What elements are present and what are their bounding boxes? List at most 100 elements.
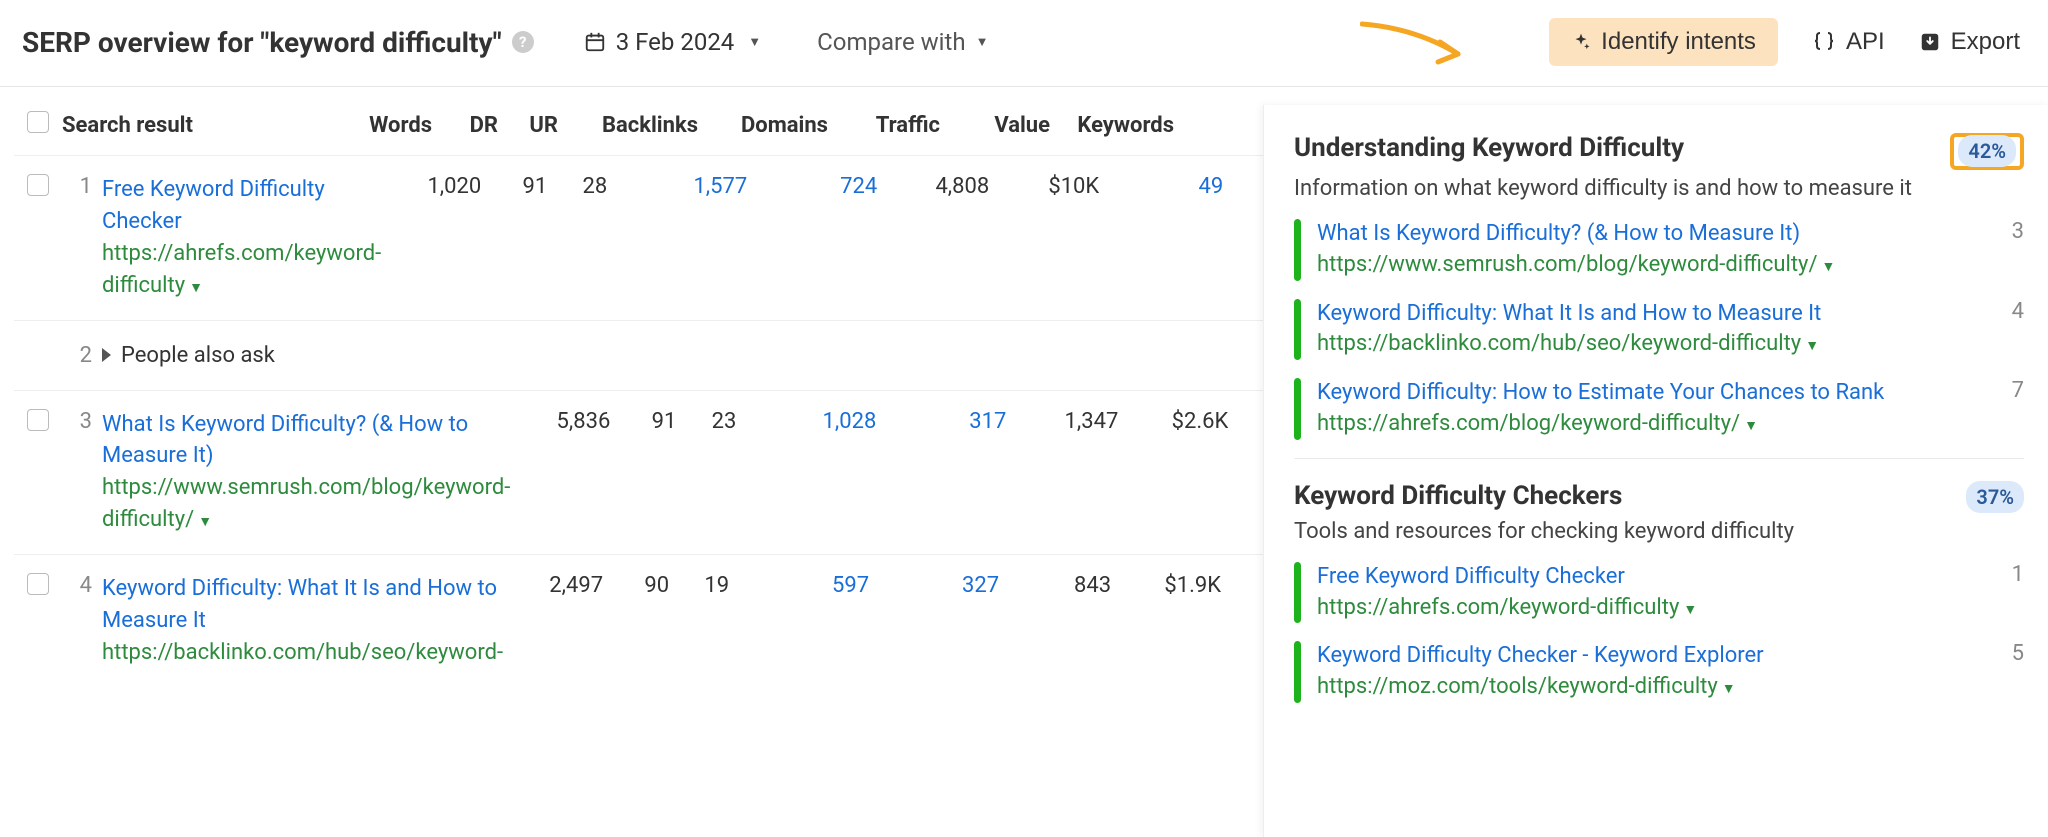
cell-domains[interactable]: 327 xyxy=(869,573,999,598)
cell-ur: 19 xyxy=(669,573,729,598)
cell-words: 1,020 xyxy=(391,174,481,199)
date-picker[interactable]: 3 Feb 2024 ▼ xyxy=(584,28,761,56)
result-title-link[interactable]: Free Keyword Difficulty Checker xyxy=(102,177,325,234)
date-label: 3 Feb 2024 xyxy=(616,28,735,56)
intent-item-url[interactable]: https://www.semrush.com/blog/keyword-dif… xyxy=(1317,252,1818,277)
result-title-link[interactable]: What Is Keyword Difficulty? (& How to Me… xyxy=(102,412,468,469)
intent-accent-bar xyxy=(1294,378,1301,440)
cell-traffic: 843 xyxy=(999,573,1111,598)
intent-accent-bar xyxy=(1294,641,1301,703)
chevron-down-icon[interactable]: ▼ xyxy=(1683,602,1697,618)
chevron-down-icon: ▼ xyxy=(976,34,989,50)
col-search-result: Search result xyxy=(62,113,342,138)
intent-item-url[interactable]: https://ahrefs.com/blog/keyword-difficul… xyxy=(1317,411,1740,436)
intent-item-url[interactable]: https://ahrefs.com/keyword-difficulty xyxy=(1317,595,1679,620)
intent-item-title[interactable]: Keyword Difficulty: What It Is and How t… xyxy=(1317,301,1821,326)
export-label: Export xyxy=(1951,28,2020,56)
cell-traffic: 4,808 xyxy=(877,174,989,199)
intent-item-rank: 7 xyxy=(1996,378,2024,440)
download-icon xyxy=(1919,31,1941,53)
intent-item: Keyword Difficulty: What It Is and How t… xyxy=(1294,299,2024,361)
cell-words: 5,836 xyxy=(520,409,610,434)
col-domains[interactable]: Domains xyxy=(698,113,828,138)
intent-accent-bar xyxy=(1294,219,1301,281)
intent-item-rank: 4 xyxy=(1996,299,2024,361)
expand-icon xyxy=(102,348,111,362)
cell-domains[interactable]: 724 xyxy=(747,174,877,199)
intent-accent-bar xyxy=(1294,562,1301,624)
chevron-down-icon[interactable]: ▼ xyxy=(198,514,212,530)
intent-accent-bar xyxy=(1294,299,1301,361)
paa-label: People also ask xyxy=(121,343,275,368)
identify-intents-label: Identify intents xyxy=(1601,28,1756,56)
cell-value: $10K xyxy=(989,174,1099,199)
intent-item-url[interactable]: https://backlinko.com/hub/seo/keyword-di… xyxy=(1317,331,1801,356)
row-index: 4 xyxy=(62,573,92,598)
row-index: 3 xyxy=(62,409,92,434)
intent-item-rank: 3 xyxy=(1996,219,2024,281)
row-checkbox[interactable] xyxy=(27,409,49,431)
col-traffic[interactable]: Traffic xyxy=(828,113,940,138)
cell-value: $1.9K xyxy=(1111,573,1221,598)
intent-group-title: Keyword Difficulty Checkers xyxy=(1294,481,1622,511)
page-title: SERP overview for "keyword difficulty" xyxy=(22,26,502,59)
chevron-down-icon[interactable]: ▼ xyxy=(1744,418,1758,434)
intents-panel: Understanding Keyword Difficulty 42% Inf… xyxy=(1263,105,2048,837)
compare-label: Compare with xyxy=(817,28,965,56)
col-backlinks[interactable]: Backlinks xyxy=(558,113,698,138)
intent-group-desc: Information on what keyword difficulty i… xyxy=(1294,176,2024,201)
api-label: API xyxy=(1846,28,1885,56)
calendar-icon xyxy=(584,31,606,53)
intent-item: Free Keyword Difficulty Checker https://… xyxy=(1294,562,2024,624)
braces-icon xyxy=(1812,30,1836,54)
cell-domains[interactable]: 317 xyxy=(876,409,1006,434)
col-keywords[interactable]: Keywords xyxy=(1050,113,1180,138)
intent-item-title[interactable]: Free Keyword Difficulty Checker xyxy=(1317,564,1625,589)
identify-intents-button[interactable]: Identify intents xyxy=(1549,18,1778,66)
compare-dropdown[interactable]: Compare with ▼ xyxy=(817,28,988,56)
help-icon[interactable]: ? xyxy=(512,31,534,53)
cell-keywords[interactable]: 49 xyxy=(1099,174,1229,199)
intent-pct-badge: 42% xyxy=(1958,135,2016,167)
result-url[interactable]: https://backlinko.com/hub/seo/keyword- xyxy=(102,640,503,665)
select-all-checkbox[interactable] xyxy=(27,111,49,133)
chevron-down-icon[interactable]: ▼ xyxy=(1722,681,1736,697)
col-value[interactable]: Value xyxy=(940,113,1050,138)
row-checkbox[interactable] xyxy=(27,573,49,595)
chevron-down-icon[interactable]: ▼ xyxy=(1805,338,1819,354)
sparkle-icon xyxy=(1571,32,1591,52)
chevron-down-icon: ▼ xyxy=(748,34,761,50)
intent-item-title[interactable]: Keyword Difficulty: How to Estimate Your… xyxy=(1317,380,1884,405)
col-words[interactable]: Words xyxy=(342,113,432,138)
intent-pct-highlight: 42% xyxy=(1950,133,2024,170)
cell-ur: 28 xyxy=(547,174,607,199)
intent-item: What Is Keyword Difficulty? (& How to Me… xyxy=(1294,219,2024,281)
result-title-link[interactable]: Keyword Difficulty: What It Is and How t… xyxy=(102,576,497,633)
people-also-ask-toggle[interactable]: People also ask xyxy=(102,343,275,368)
cell-traffic: 1,347 xyxy=(1006,409,1118,434)
result-url[interactable]: https://www.semrush.com/blog/keyword-dif… xyxy=(102,475,510,532)
intent-item-title[interactable]: What Is Keyword Difficulty? (& How to Me… xyxy=(1317,221,1800,246)
intent-item-rank: 5 xyxy=(1996,641,2024,703)
intent-pct-badge: 37% xyxy=(1966,481,2024,513)
cell-words: 2,497 xyxy=(513,573,603,598)
chevron-down-icon[interactable]: ▼ xyxy=(1822,259,1836,275)
cell-backlinks[interactable]: 1,028 xyxy=(736,409,876,434)
intent-group-desc: Tools and resources for checking keyword… xyxy=(1294,519,2024,544)
intent-item-url[interactable]: https://moz.com/tools/keyword-difficulty xyxy=(1317,674,1718,699)
row-checkbox[interactable] xyxy=(27,174,49,196)
cell-dr: 91 xyxy=(610,409,676,434)
col-dr[interactable]: DR xyxy=(432,113,498,138)
cell-backlinks[interactable]: 597 xyxy=(729,573,869,598)
cell-dr: 91 xyxy=(481,174,547,199)
cell-value: $2.6K xyxy=(1118,409,1228,434)
cell-backlinks[interactable]: 1,577 xyxy=(607,174,747,199)
export-button[interactable]: Export xyxy=(1919,28,2020,56)
intent-item-title[interactable]: Keyword Difficulty Checker - Keyword Exp… xyxy=(1317,643,1764,668)
intent-item: Keyword Difficulty Checker - Keyword Exp… xyxy=(1294,641,2024,703)
result-url[interactable]: https://ahrefs.com/keyword-difficulty xyxy=(102,241,381,298)
api-button[interactable]: API xyxy=(1812,28,1885,56)
col-ur[interactable]: UR xyxy=(498,113,558,138)
cell-dr: 90 xyxy=(603,573,669,598)
chevron-down-icon[interactable]: ▼ xyxy=(189,280,203,296)
